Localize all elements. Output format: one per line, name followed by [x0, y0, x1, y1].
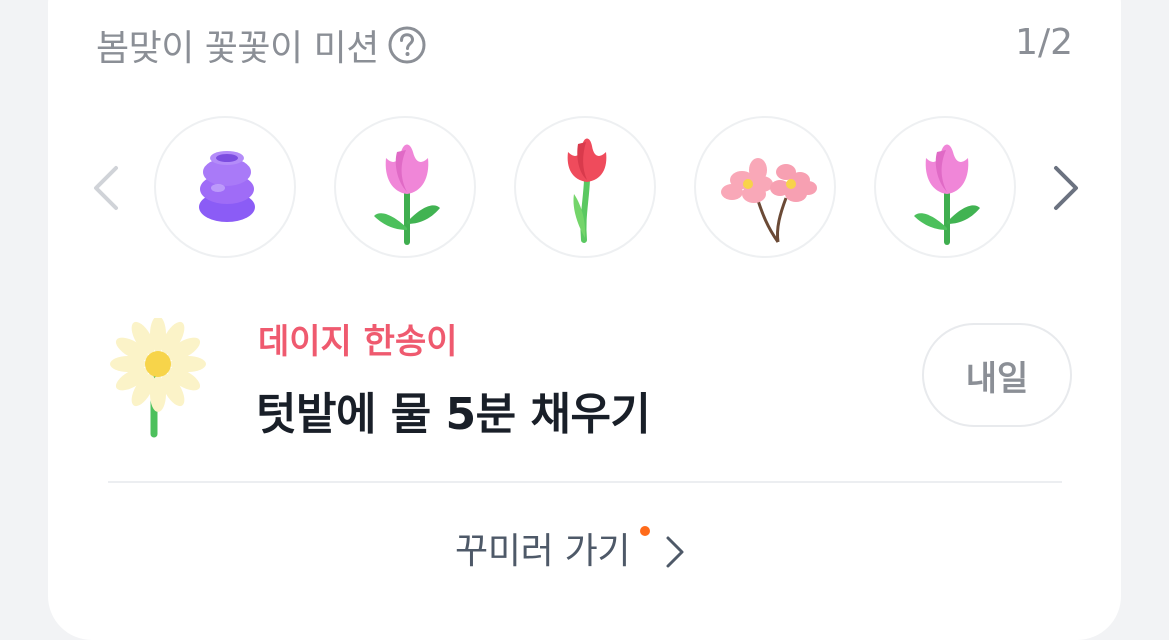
decorate-link[interactable]: 꾸미러 가기: [455, 520, 686, 576]
carousel-item-1[interactable]: [154, 116, 296, 258]
tomorrow-button[interactable]: 내일: [922, 323, 1072, 427]
chevron-right-icon[interactable]: [1046, 160, 1086, 216]
header: 봄맞이 꽃꽃이 미션: [96, 20, 427, 70]
mission-reward-tag: 데이지 한송이: [258, 322, 458, 362]
card-title: 봄맞이 꽃꽃이 미션: [96, 28, 379, 69]
chevron-right-icon: [666, 536, 684, 568]
chevron-left-icon[interactable]: [86, 160, 126, 216]
carousel-item-5[interactable]: [874, 116, 1016, 258]
mission-title: 텃밭에 물 5분 채우기: [256, 389, 651, 440]
cherry-blossom-icon: [721, 158, 817, 243]
new-badge-dot: [640, 526, 651, 536]
page-indicator: 1/2: [1015, 22, 1073, 63]
purple-vase-icon: [199, 151, 255, 222]
divider: [108, 481, 1062, 483]
carousel-item-3[interactable]: [514, 116, 656, 258]
carousel-item-2[interactable]: [334, 116, 476, 258]
daisy-icon: [110, 318, 206, 438]
red-tulip-icon: [567, 138, 607, 243]
carousel-item-4[interactable]: [694, 116, 836, 258]
pink-tulip-icon: [374, 144, 440, 245]
decorate-link-label: 꾸미러 가기: [455, 531, 631, 572]
question-circle-icon[interactable]: [387, 25, 427, 65]
pink-tulip-icon: [914, 144, 980, 245]
